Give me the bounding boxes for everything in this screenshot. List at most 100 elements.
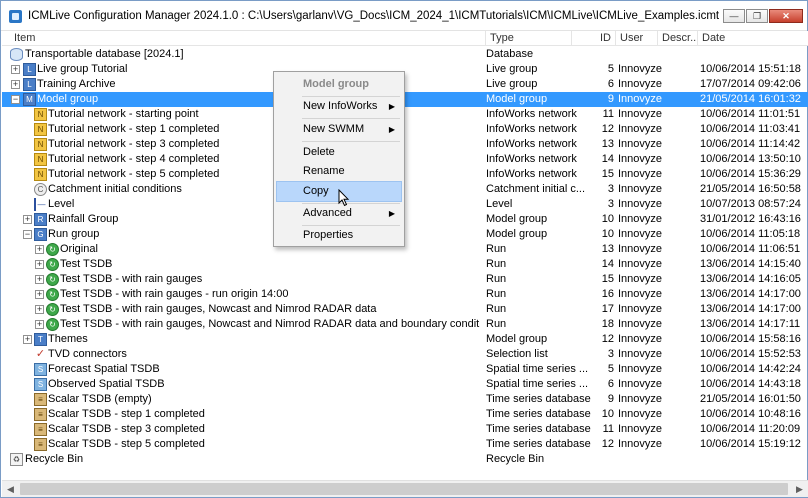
- menu-item-rename[interactable]: Rename: [276, 161, 402, 182]
- tree-row[interactable]: + L Live group Tutorial Live group 5 Inn…: [2, 62, 808, 77]
- menu-item-delete[interactable]: Delete: [276, 142, 402, 163]
- row-label: TVD connectors: [48, 348, 127, 360]
- row-type: InfoWorks network: [486, 123, 577, 135]
- row-user: Innovyze: [618, 333, 663, 345]
- tree-row[interactable]: + R Rainfall Group Model group 10 Innovy…: [2, 212, 808, 227]
- menu-item-label: Rename: [303, 165, 345, 177]
- tree-row[interactable]: + ↻ Test TSDB - with rain gauges - run o…: [2, 287, 808, 302]
- column-header-user[interactable]: User: [616, 31, 658, 46]
- row-type: Run: [486, 303, 507, 315]
- row-user: Innovyze: [618, 363, 663, 375]
- row-id: 5: [607, 63, 614, 75]
- row-label: Test TSDB - with rain gauges: [60, 273, 203, 285]
- scroll-right-icon[interactable]: ▶: [791, 481, 808, 498]
- window-title: ICMLive Configuration Manager 2024.1.0 :…: [28, 10, 720, 22]
- menu-item-new-infoworks[interactable]: New InfoWorks ▶: [276, 96, 402, 117]
- row-id: 15: [601, 273, 614, 285]
- tree-row[interactable]: N Tutorial network - step 1 completed In…: [2, 122, 808, 137]
- tree-row[interactable]: ≡ Scalar TSDB - step 5 completed Time se…: [2, 437, 808, 452]
- run-icon: ↻: [46, 318, 59, 331]
- column-header-item[interactable]: Item: [10, 31, 486, 46]
- row-id: 15: [601, 168, 614, 180]
- collapse-icon[interactable]: −: [11, 95, 20, 104]
- row-date: 10/06/2014 11:14:42: [700, 138, 801, 150]
- tree-row[interactable]: + L Training Archive Live group 6 Innovy…: [2, 77, 808, 92]
- row-type: Database: [486, 48, 534, 60]
- tree-row[interactable]: + ↻ Test TSDB - with rain gauges, Nowcas…: [2, 302, 808, 317]
- row-type: Run: [486, 258, 507, 270]
- horizontal-scrollbar[interactable]: ◀ ▶: [2, 480, 808, 497]
- tsdb-icon: ≡: [34, 393, 47, 406]
- expand-icon[interactable]: +: [23, 215, 32, 224]
- expand-icon[interactable]: +: [11, 80, 20, 89]
- tsdb-icon: ≡: [34, 438, 47, 451]
- column-header-date[interactable]: Date: [698, 31, 808, 46]
- tree-row[interactable]: N Tutorial network - step 5 completed In…: [2, 167, 808, 182]
- column-header-description[interactable]: Descr...: [658, 31, 698, 46]
- expand-icon[interactable]: +: [35, 290, 44, 299]
- row-date: 13/06/2014 14:17:00: [700, 303, 801, 315]
- model-group-icon: M: [23, 93, 36, 106]
- row-id: 10: [601, 213, 614, 225]
- row-user: Innovyze: [618, 423, 663, 435]
- tree-row[interactable]: ≡ Scalar TSDB (empty) Time series databa…: [2, 392, 808, 407]
- row-label: Recycle Bin: [25, 453, 84, 465]
- tree-row[interactable]: ≡ Scalar TSDB - step 1 completed Time se…: [2, 407, 808, 422]
- row-label: Scalar TSDB (empty): [48, 393, 152, 405]
- tree-row[interactable]: + ↻ Test TSDB Run 14 Innovyze 13/06/2014…: [2, 257, 808, 272]
- tree-row[interactable]: — Level Level 3 Innovyze 10/07/2013 08:5…: [2, 197, 808, 212]
- tree-row[interactable]: S Observed Spatial TSDB Spatial time ser…: [2, 377, 808, 392]
- live-group-icon: L: [23, 78, 36, 91]
- close-button[interactable]: ✕: [769, 9, 803, 23]
- scrollbar-thumb[interactable]: [20, 483, 788, 495]
- tree-row[interactable]: + T Themes Model group 12 Innovyze 10/06…: [2, 332, 808, 347]
- menu-item-properties[interactable]: Properties: [276, 225, 402, 246]
- tree-row-selected[interactable]: − M Model group Model group 9 Innovyze 2…: [2, 92, 808, 107]
- tree-row[interactable]: N Tutorial network - starting point Info…: [2, 107, 808, 122]
- scroll-left-icon[interactable]: ◀: [2, 481, 19, 498]
- tree-row[interactable]: − G Run group Model group 10 Innovyze 10…: [2, 227, 808, 242]
- expand-icon[interactable]: +: [35, 260, 44, 269]
- tree-row[interactable]: N Tutorial network - step 3 completed In…: [2, 137, 808, 152]
- expand-icon[interactable]: +: [23, 335, 32, 344]
- expand-icon[interactable]: +: [35, 320, 44, 329]
- column-header-type[interactable]: Type: [486, 31, 572, 46]
- menu-item-new-swmm[interactable]: New SWMM ▶: [276, 119, 402, 140]
- title-bar[interactable]: ICMLive Configuration Manager 2024.1.0 :…: [1, 1, 807, 31]
- row-id: 13: [601, 138, 614, 150]
- collapse-icon[interactable]: −: [23, 230, 32, 239]
- tree-row[interactable]: N Tutorial network - step 4 completed In…: [2, 152, 808, 167]
- tree-row[interactable]: ✓ TVD connectors Selection list 3 Innovy…: [2, 347, 808, 362]
- tree-row[interactable]: + ↻ Test TSDB - with rain gauges, Nowcas…: [2, 317, 808, 332]
- row-type: Spatial time series ...: [486, 363, 589, 375]
- row-label: Run group: [48, 228, 100, 240]
- submenu-arrow-icon: ▶: [388, 209, 395, 218]
- minimize-button[interactable]: —: [723, 9, 745, 23]
- tree-row[interactable]: Transportable database [2024.1] Database: [2, 47, 808, 62]
- run-icon: ↻: [46, 243, 59, 256]
- row-type: Level: [486, 198, 513, 210]
- row-type: Model group: [486, 213, 548, 225]
- tsdb-icon: ≡: [34, 423, 47, 436]
- expand-icon[interactable]: +: [11, 65, 20, 74]
- row-user: Innovyze: [618, 438, 663, 450]
- expand-icon[interactable]: +: [35, 245, 44, 254]
- tree-row[interactable]: ♻ Recycle Bin Recycle Bin: [2, 452, 808, 467]
- tree-row[interactable]: + ↻ Original Run 13 Innovyze 10/06/2014 …: [2, 242, 808, 257]
- restore-button[interactable]: ❐: [746, 9, 768, 23]
- tree-row[interactable]: S Forecast Spatial TSDB Spatial time ser…: [2, 362, 808, 377]
- expand-icon[interactable]: +: [35, 275, 44, 284]
- row-date: 13/06/2014 14:16:05: [700, 273, 801, 285]
- row-type: InfoWorks network: [486, 108, 577, 120]
- row-date: 10/06/2014 15:58:16: [700, 333, 801, 345]
- column-header-id[interactable]: ID: [572, 31, 616, 46]
- row-label: Tutorial network - step 3 completed: [48, 138, 220, 150]
- expand-icon[interactable]: +: [35, 305, 44, 314]
- tree-row[interactable]: + ↻ Test TSDB - with rain gauges Run 15 …: [2, 272, 808, 287]
- row-date: 10/06/2014 14:42:24: [700, 363, 801, 375]
- tree-row[interactable]: ≡ Scalar TSDB - step 3 completed Time se…: [2, 422, 808, 437]
- row-label: Live group Tutorial: [37, 63, 128, 75]
- network-icon: N: [34, 153, 47, 166]
- row-date: 13/06/2014 14:15:40: [700, 258, 801, 270]
- tree-row[interactable]: C Catchment initial conditions Catchment…: [2, 182, 808, 197]
